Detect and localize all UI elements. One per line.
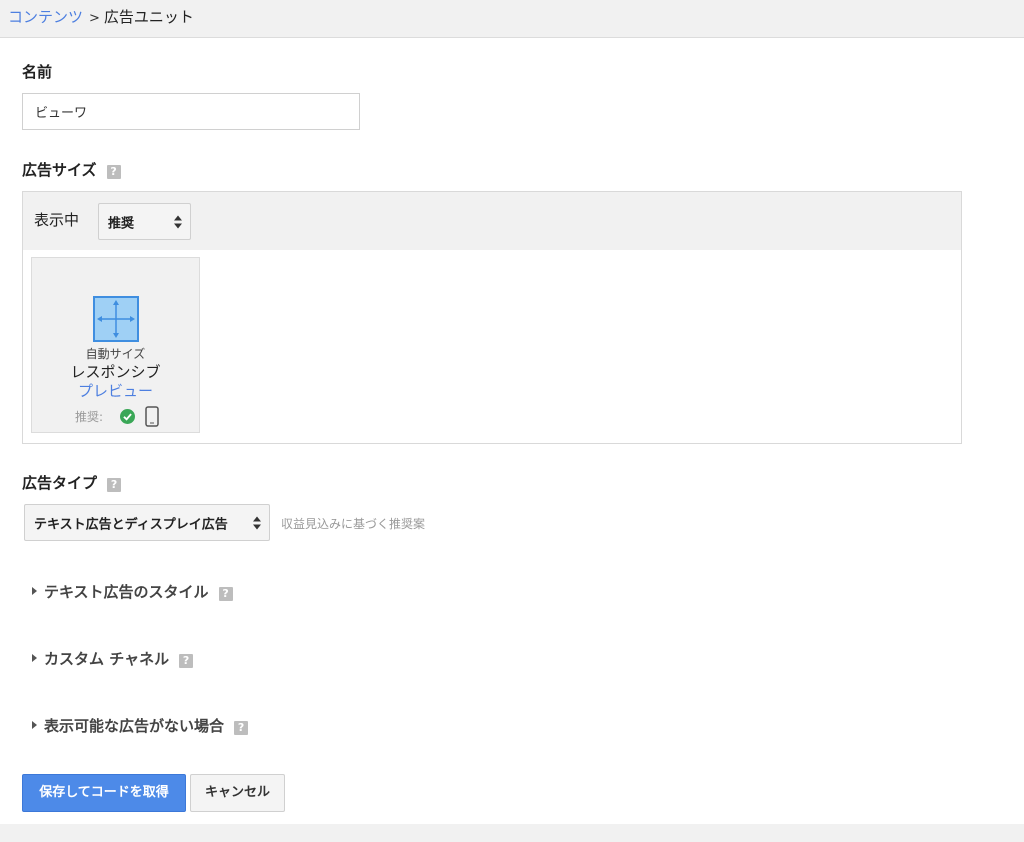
- recommended-label: 推奨:: [75, 410, 104, 424]
- text-ad-style-help-icon[interactable]: ?: [218, 587, 233, 601]
- breadcrumb-separator: >: [89, 11, 100, 26]
- ad-size-label: 広告サイズ: [22, 161, 97, 179]
- select-arrows-icon: [174, 215, 183, 228]
- breadcrumb-contents-link[interactable]: コンテンツ: [8, 8, 83, 26]
- expand-triangle-icon: [32, 654, 37, 662]
- responsive-resize-icon: [93, 296, 139, 342]
- ad-size-help-icon[interactable]: ?: [106, 165, 121, 179]
- expand-triangle-icon: [32, 721, 37, 729]
- ad-type-heading: 広告タイプ?: [22, 474, 122, 492]
- custom-channel-section[interactable]: カスタム チャネル?: [32, 648, 194, 669]
- breadcrumb: コンテンツ > 広告ユニット: [8, 8, 194, 28]
- save-and-get-code-button[interactable]: 保存してコードを取得: [22, 774, 186, 812]
- mobile-phone-icon: [145, 406, 159, 427]
- select-arrows-icon: [253, 516, 262, 529]
- custom-channel-label: カスタム チャネル: [44, 650, 170, 668]
- ad-type-select[interactable]: テキスト広告とディスプレイ広告: [24, 504, 270, 541]
- ad-type-hint: 収益見込みに基づく推奨案: [281, 517, 426, 531]
- ad-unit-name-input[interactable]: [22, 93, 360, 130]
- ad-type-label: 広告タイプ: [22, 474, 98, 492]
- custom-channel-help-icon[interactable]: ?: [179, 654, 194, 668]
- display-filter-label: 表示中: [34, 211, 80, 229]
- text-ad-style-label: テキスト広告のスタイル: [44, 583, 209, 601]
- no-ads-available-section[interactable]: 表示可能な広告がない場合?: [32, 715, 249, 736]
- name-label: 名前: [22, 63, 53, 81]
- breadcrumb-current: 広告ユニット: [103, 8, 194, 26]
- ad-type-value: テキスト広告とディスプレイ広告: [34, 517, 228, 532]
- ad-size-panel-header: 表示中 推奨: [23, 192, 961, 250]
- expand-triangle-icon: [32, 587, 37, 595]
- cancel-button[interactable]: キャンセル: [190, 774, 285, 812]
- responsive-size-card[interactable]: 自動サイズ レスポンシブ プレビュー 推奨:: [31, 257, 200, 433]
- ad-type-help-icon[interactable]: ?: [107, 478, 122, 492]
- text-ad-style-section[interactable]: テキスト広告のスタイル?: [32, 581, 233, 602]
- footer-strip: [0, 824, 1024, 842]
- top-bar: コンテンツ > 広告ユニット: [0, 0, 1024, 38]
- preview-link[interactable]: プレビュー: [32, 380, 199, 401]
- ad-size-heading: 広告サイズ?: [22, 161, 121, 179]
- size-filter-value: 推奨: [108, 216, 135, 231]
- auto-size-label: 自動サイズ: [85, 347, 146, 361]
- ad-size-panel: 表示中 推奨 自動サイズ レスポンシブ プレビュー 推奨:: [22, 191, 962, 444]
- responsive-title: レスポンシブ: [70, 363, 161, 381]
- no-ads-available-help-icon[interactable]: ?: [234, 721, 249, 735]
- size-filter-select[interactable]: 推奨: [98, 203, 191, 240]
- no-ads-available-label: 表示可能な広告がない場合: [44, 717, 225, 735]
- check-circle-icon: [120, 409, 135, 424]
